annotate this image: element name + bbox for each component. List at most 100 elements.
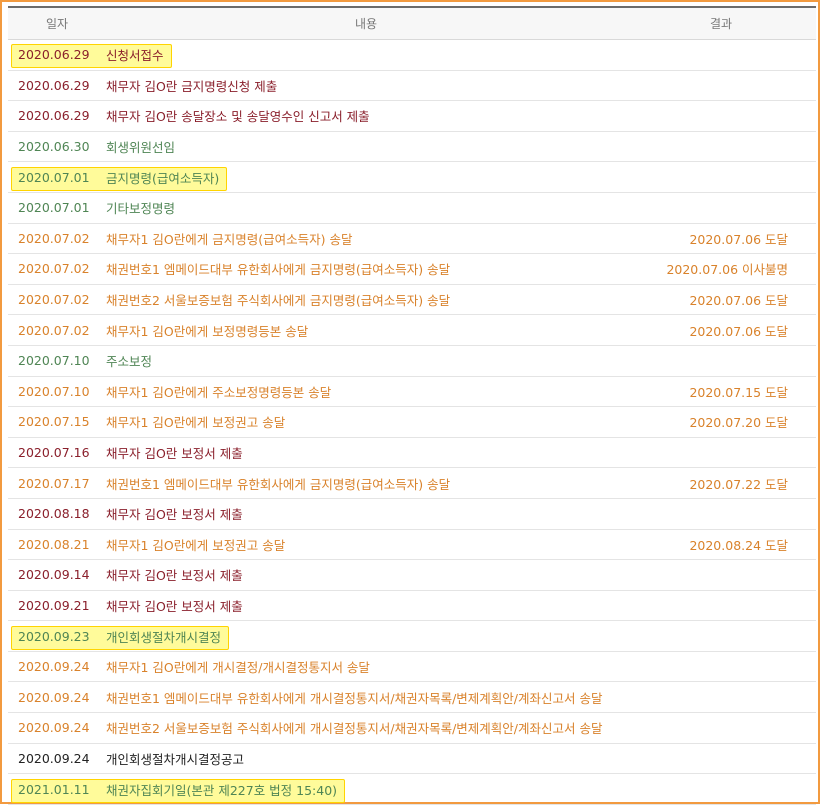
table-row: 2020.07.01 금지명령(급여소득자) [8,161,816,193]
row-result-cell [626,590,816,622]
row-content: 채무자1 김O란에게 주소보정명령등본 송달 [106,384,332,400]
table-row: 2020.09.24 채권번호1 엠메이드대부 유한회사에게 개시결정통지서/채권… [8,681,816,714]
row-content: 채권자집회기일(본관 제227호 법정 15:40) [106,782,338,798]
row-date-cell: 2020.06.29 [8,70,106,102]
table-row: 2020.06.29 채무자 김O란 금지명령신청 제출 [8,70,816,102]
row-content: 회생위원선임 [106,140,176,156]
row-content: 채무자 김O란 보정서 제출 [106,446,243,462]
table-row: 2020.07.02 채무자1 김O란에게 보정명령등본 송달 2020.07.06… [8,314,816,346]
row-content: 채권번호1 엠메이드대부 유한회사에게 개시결정통지서/채권자목록/변제계획안/… [106,690,603,706]
table-row: 2020.09.24 채권번호2 서울보증보험 주식회사에게 개시결정통지서/채권… [8,712,816,744]
row-content-cell: 채무자 김O란 보정서 제출 [106,498,626,530]
row-date: 2020.09.24 [18,720,90,736]
table-row: 2020.07.15 채무자1 김O란에게 보정권고 송달 2020.07.20 도… [8,406,816,438]
row-result-cell [626,498,816,530]
row-content-cell: 채권번호1 엠메이드대부 유한회사에게 개시결정통지서/채권자목록/변제계획안/… [106,681,626,714]
table-row: 2020.09.14 채무자 김O란 보정서 제출 [8,559,816,591]
row-result-cell [626,620,816,652]
row-date-cell: 2020.07.16 [8,437,106,469]
row-result-cell: 2020.08.24 도달 [626,529,816,561]
row-result-cell [626,437,816,469]
row-result-cell [626,743,816,775]
row-date-cell: 2020.07.02 [8,223,106,255]
table-row: 2020.07.16 채무자 김O란 보정서 제출 [8,437,816,469]
table-row: 2020.07.10 주소보정 [8,345,816,377]
table-row: 2020.09.23 개인회생절차개시결정 [8,620,816,652]
row-result-cell [626,192,816,224]
row-content: 금지명령(급여소득자) [106,170,220,186]
row-content-cell: 개인회생절차개시결정공고 [106,743,626,775]
row-content-cell: 채무자 김O란 보정서 제출 [106,437,626,469]
row-date-cell: 2020.06.30 [8,131,106,163]
row-date: 2020.06.29 [18,108,90,124]
row-content-cell: 회생위원선임 [106,131,626,163]
row-result-cell [626,70,816,102]
row-date-cell: 2020.09.24 [8,681,106,714]
row-content-cell: 채무자1 김O란에게 보정권고 송달 [106,529,626,561]
row-date: 2020.09.24 [18,750,90,766]
row-result-cell [626,39,816,71]
row-content: 개인회생절차개시결정 [106,629,222,645]
row-result-cell: 2020.07.06 도달 [626,314,816,346]
row-content-cell: 채권번호2 서울보증보험 주식회사에게 개시결정통지서/채권자목록/변제계획안/… [106,712,626,744]
row-result-cell: 2020.07.06 도달 [626,223,816,255]
row-date-cell: 2020.09.24 [8,712,106,744]
row-content: 채무자 김O란 금지명령신청 제출 [106,78,278,94]
row-date: 2020.07.02 [18,292,90,308]
row-content: 주소보정 [106,354,153,370]
row-content: 채무자1 김O란에게 금지명령(급여소득자) 송달 [106,231,353,247]
row-content-cell: 채무자1 김O란에게 개시결정/개시결정통지서 송달 [106,651,626,683]
row-content: 신청서접수 [106,48,164,64]
row-date-cell: 2020.09.24 [8,743,106,775]
row-date-cell: 2020.07.10 [8,345,106,377]
row-date: 2020.07.01 [18,200,90,216]
row-date: 2020.09.24 [18,659,90,675]
row-result-cell: 2020.07.06 이사불명 [626,253,816,285]
row-content-cell: 채무자 김O란 보정서 제출 [106,590,626,622]
row-content: 채권번호2 서울보증보험 주식회사에게 개시결정통지서/채권자목록/변제계획안/… [106,721,603,737]
row-date-cell: 2021.01.11 [8,773,346,805]
row-date: 2020.08.18 [18,506,90,522]
table-row: 2020.07.17 채권번호1 엠메이드대부 유한회사에게 금지명령(급여소득자… [8,467,816,499]
row-content: 채권번호1 엠메이드대부 유한회사에게 금지명령(급여소득자) 송달 [106,262,451,278]
row-result-cell: 2020.07.06 도달 [626,284,816,316]
table-row: 2020.07.02 채무자1 김O란에게 금지명령(급여소득자) 송달 2020.… [8,223,816,255]
row-date-cell: 2020.06.29 [8,100,106,132]
row-content-cell: 채무자1 김O란에게 금지명령(급여소득자) 송달 [106,223,626,255]
row-date-cell: 2020.09.21 [8,590,106,622]
row-content: 기타보정명령 [106,201,176,217]
row-result-cell [626,712,816,744]
row-content-cell: 주소보정 [106,345,626,377]
table-header: 일자 내용 결과 [8,6,816,40]
table-body: 2020.06.29 신청서접수 2020.06.29 채무자 김O란 금지명령신청 … [8,39,816,805]
row-date: 2020.09.23 [18,628,90,644]
row-content-cell: 개인회생절차개시결정 [106,620,626,652]
row-content: 채무자 김O란 송달장소 및 송달영수인 신고서 제출 [106,109,370,125]
row-date: 2020.06.29 [18,47,90,63]
row-result-cell [626,559,816,591]
case-history-panel: 일자 내용 결과 2020.06.29 신청서접수 2020.06.29 채무자 김O… [0,0,820,805]
row-result-cell [626,345,816,377]
row-date: 2020.09.24 [18,689,90,705]
row-result-cell [626,161,816,193]
row-date: 2020.07.01 [18,169,90,185]
row-content: 개인회생절차개시결정공고 [106,751,245,767]
row-content-cell: 채무자 김O란 금지명령신청 제출 [106,70,626,102]
row-date-cell: 2020.09.23 [8,620,230,652]
row-date: 2020.08.21 [18,536,90,552]
row-result-cell [626,651,816,683]
row-content-cell: 채무자1 김O란에게 보정명령등본 송달 [106,314,626,346]
row-date-cell: 2020.06.29 [8,39,172,71]
table-row: 2020.08.21 채무자1 김O란에게 보정권고 송달 2020.08.24 도… [8,529,816,561]
row-date: 2020.07.02 [18,322,90,338]
row-result-cell: 2020.07.20 도달 [626,406,816,438]
table-row: 2020.09.21 채무자 김O란 보정서 제출 [8,590,816,622]
row-content: 채무자1 김O란에게 개시결정/개시결정통지서 송달 [106,660,370,676]
column-header-result: 결과 [626,6,816,40]
row-date: 2020.07.02 [18,261,90,277]
row-date: 2020.09.21 [18,597,90,613]
row-date-cell: 2020.07.02 [8,284,106,316]
table-row: 2020.06.30 회생위원선임 [8,131,816,163]
row-date-cell: 2020.09.24 [8,651,106,683]
row-content-cell: 채무자1 김O란에게 보정권고 송달 [106,406,626,438]
